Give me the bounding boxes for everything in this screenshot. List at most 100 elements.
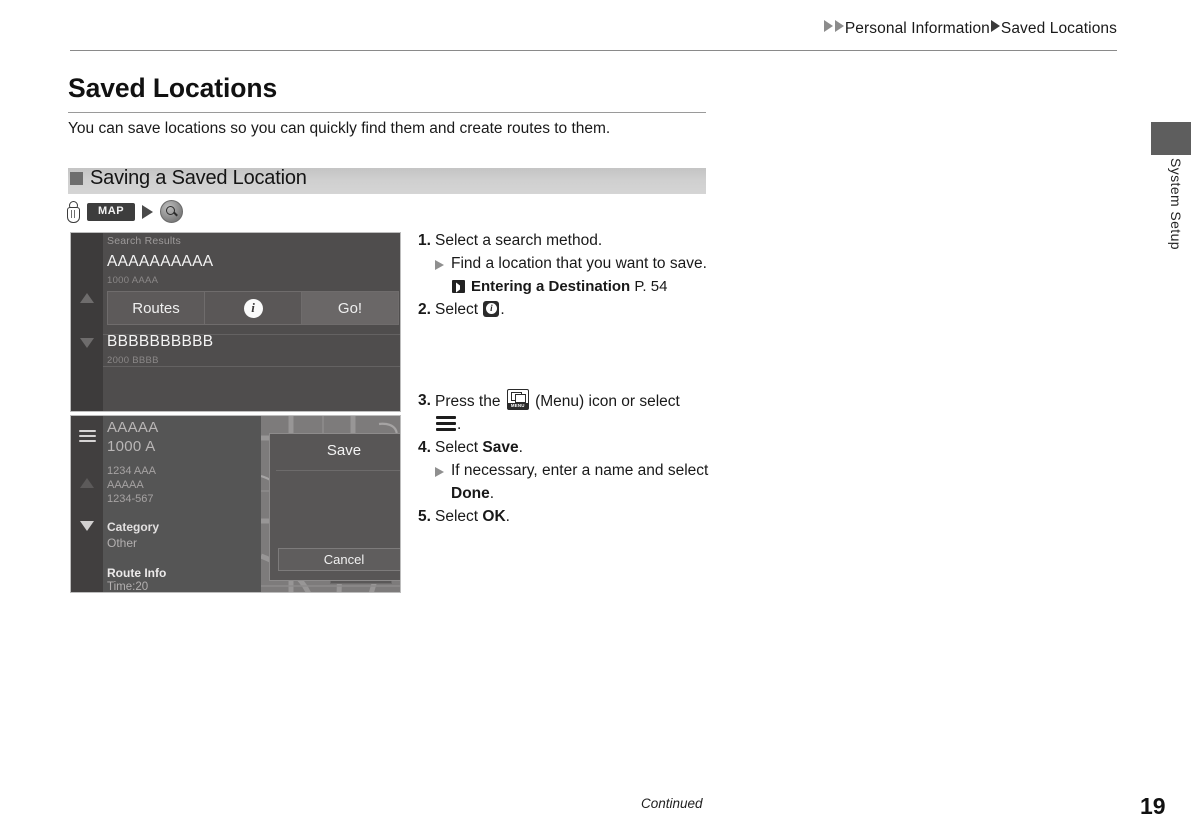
step-1: 1. Select a search method.: [418, 229, 718, 252]
step-4-substep-text-b: .: [489, 485, 495, 502]
result-address: 2000 BBBB: [107, 355, 159, 366]
step-3-text: Press the MENU (Menu) icon or select.: [435, 389, 718, 436]
page-number: 19: [1140, 793, 1166, 819]
step-4-substep-bold: Done: [451, 485, 490, 502]
reference-page: P. 54: [634, 278, 668, 295]
place-detail-line-1: 1234 AAA: [107, 465, 156, 477]
step-4: 4. Select Save.: [418, 436, 718, 459]
result-name: AAAAAAAAAA: [107, 253, 214, 270]
step-1-substep-text: Find a location that you want to save.: [451, 255, 707, 272]
category-label: Category: [107, 520, 160, 534]
info-button[interactable]: i: [205, 292, 302, 324]
scroll-down-arrow-icon[interactable]: [80, 338, 94, 348]
step-3-number: 3.: [418, 392, 431, 409]
step-3-text-a: Press the: [435, 393, 501, 410]
step-3-text-b: (Menu) icon or select: [535, 393, 680, 410]
page-title: Saved Locations: [68, 73, 278, 103]
side-tab-marker: [1151, 122, 1191, 155]
list-divider-2: [103, 366, 400, 367]
step-5-bold: OK: [482, 508, 506, 525]
step-4-substep-text-a: If necessary, enter a name and select: [451, 462, 709, 479]
header-divider: [70, 50, 1117, 51]
side-tab-label: System Setup: [1168, 158, 1184, 250]
result-address: 1000 AAAA: [107, 275, 159, 286]
step-5-text-b: .: [505, 508, 510, 525]
step-2-text-b: .: [500, 301, 505, 318]
screenshot2-side-rail: [71, 416, 103, 592]
navigation-path: MAP: [66, 200, 184, 223]
breadcrumb-parent[interactable]: Personal Information: [845, 20, 990, 38]
nav-screenshot-search-results: Search Results AAAAAAAAAA 1000 AAAA BBBB…: [70, 232, 401, 412]
list-item[interactable]: BBBBBBBBBB 2000 BBBB: [107, 333, 400, 366]
scroll-up-arrow-icon[interactable]: [80, 293, 94, 303]
substep-triangle-icon-2: [435, 467, 444, 477]
step-2-number: 2.: [418, 301, 431, 318]
breadcrumb-triangle-icon-2: [834, 20, 844, 32]
screenshot1-scroll-rail[interactable]: [71, 233, 103, 411]
step-4-text: Select Save.: [435, 436, 718, 459]
place-name: AAAAA: [107, 419, 159, 436]
menu-icon-inline: MENU: [506, 389, 529, 410]
steps-spacer: [418, 321, 718, 389]
step-3: 3. Press the MENU (Menu) icon or select.: [418, 389, 718, 436]
step-5-number: 5.: [418, 508, 431, 525]
title-divider: [68, 112, 706, 113]
info-icon: i: [243, 298, 263, 318]
step-5-text: Select OK.: [435, 505, 718, 528]
result-name: BBBBBBBBBB: [107, 333, 214, 350]
step-4-bold: Save: [482, 439, 519, 456]
category-value: Other: [107, 536, 138, 550]
section-heading-label: Saving a Saved Location: [90, 167, 307, 189]
magnifier-icon[interactable]: [160, 200, 184, 223]
screenshot2-scroll-up-arrow-icon[interactable]: [80, 478, 94, 488]
go-button[interactable]: Go!: [302, 292, 398, 324]
step-1-number: 1.: [418, 232, 431, 249]
reference-arrow-icon: [452, 280, 465, 293]
step-2-text-a: Select: [435, 301, 479, 318]
save-dialog-divider: [276, 470, 400, 471]
step-5: 5. Select OK.: [418, 505, 718, 528]
breadcrumb-current: Saved Locations: [1000, 20, 1117, 37]
result-action-bar: Routes i Go!: [107, 291, 399, 325]
save-dialog: Save Cancel: [269, 433, 400, 581]
continued-label: Continued: [641, 796, 703, 811]
step-1-reference[interactable]: Entering a Destination P. 54: [452, 275, 718, 298]
step-4-text-a: Select: [435, 439, 479, 456]
screenshot2-scroll-down-arrow-icon[interactable]: [80, 521, 94, 531]
step-2-text: Select .: [435, 298, 718, 321]
hand-pointer-icon: [66, 200, 80, 223]
place-detail-line-2: AAAAA: [107, 479, 144, 491]
place-detail-line-3: 1234-567: [107, 493, 154, 505]
step-1-substep: Find a location that you want to save.: [435, 252, 718, 275]
breadcrumb-triangle-icon: [823, 20, 833, 32]
place-line2: 1000 A: [107, 438, 156, 455]
route-time: Time:20: [107, 581, 149, 593]
step-4-substep: If necessary, enter a name and select Do…: [435, 459, 718, 505]
route-info-label: Route Info: [107, 566, 167, 580]
hamburger-icon-inline: [436, 416, 456, 431]
place-details-panel: AAAAA 1000 A 1234 AAA AAAAA 1234-567 Cat…: [107, 418, 257, 593]
step-4-text-b: .: [518, 439, 523, 456]
reference-title: Entering a Destination: [471, 278, 631, 295]
breadcrumb-separator-icon: [990, 20, 1000, 32]
save-dialog-title: Save: [326, 442, 362, 459]
step-2: 2. Select .: [418, 298, 718, 321]
routes-button[interactable]: Routes: [108, 292, 205, 324]
step-4-number: 4.: [418, 439, 431, 456]
section-square-icon: [70, 172, 83, 185]
list-item[interactable]: AAAAAAAAAA 1000 AAAA: [107, 253, 400, 286]
section-heading: Saving a Saved Location: [70, 167, 307, 190]
page-intro: You can save locations so you can quickl…: [68, 120, 611, 137]
triangle-right-icon: [142, 204, 154, 219]
save-dialog-cancel-button[interactable]: Cancel: [278, 548, 400, 571]
instruction-steps: 1. Select a search method. Find a locati…: [418, 229, 718, 528]
step-5-text-a: Select: [435, 508, 479, 525]
substep-triangle-icon: [435, 260, 444, 270]
step-1-text: Select a search method.: [435, 232, 603, 249]
info-icon-inline: [483, 301, 500, 317]
breadcrumb: Personal Information Saved Locations: [0, 20, 1117, 38]
nav-screenshot-save-dialog: Torrance Bow Ave Go! AAAAA 1000 A 1234 A…: [70, 415, 401, 593]
hamburger-icon[interactable]: [79, 430, 96, 443]
map-button[interactable]: MAP: [87, 202, 136, 221]
step-3-text-c: .: [457, 416, 462, 433]
